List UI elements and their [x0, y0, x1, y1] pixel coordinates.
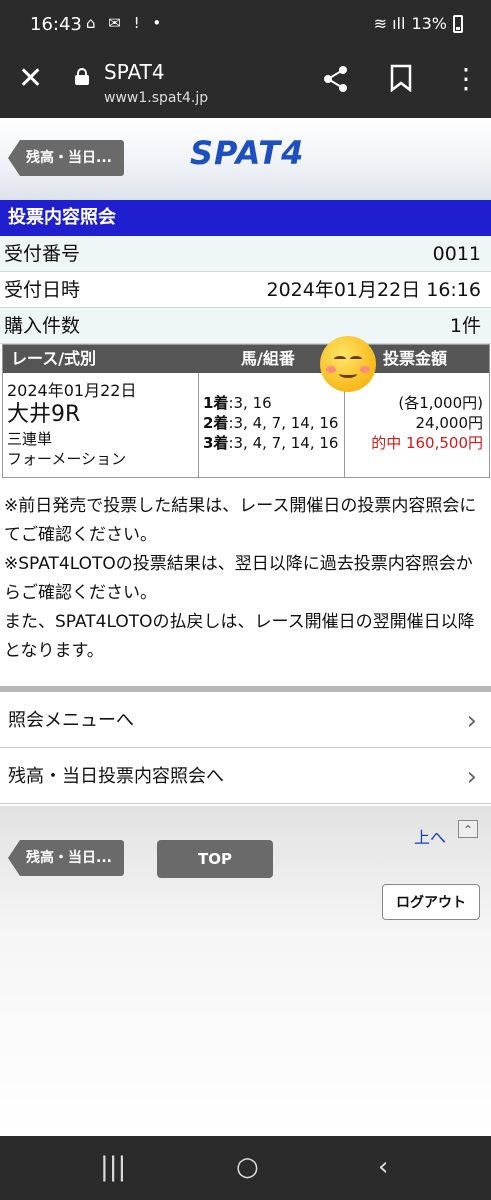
race-name: 大井9R — [7, 402, 81, 427]
back-icon[interactable]: ‹ — [378, 1152, 388, 1182]
home-icon[interactable]: ○ — [236, 1152, 259, 1182]
notification-icons: ⌂ ✉ ! • — [86, 14, 166, 32]
section-title: 投票内容照会 — [0, 200, 491, 236]
close-icon[interactable]: ✕ — [18, 64, 43, 94]
picks-cell: 1着:3, 16 2着:3, 4, 7, 14, 16 3着:3, 4, 7, … — [199, 373, 345, 477]
race-table: レース/式別 馬/組番 投票金額 2024年01月22日 大井9R 三連単 フォ… — [2, 344, 490, 478]
header-race-type: レース/式別 — [11, 349, 97, 368]
page-url: www1.spat4.jp — [104, 90, 209, 106]
purchase-count-row: 購入件数 1件 — [0, 308, 491, 344]
header-bet-amount: 投票金額 — [383, 349, 448, 368]
back-balance-button-bottom[interactable]: 残高・当日... — [8, 840, 124, 876]
top-button[interactable]: TOP — [157, 840, 273, 878]
receipt-datetime-row: 受付日時 2024年01月22日 16:16 — [0, 272, 491, 308]
bet-method: フォーメーション — [7, 450, 127, 468]
recents-icon[interactable]: ||| — [100, 1152, 126, 1182]
page-top-link[interactable]: 上へ — [414, 824, 446, 848]
status-time: 16:43 — [30, 14, 82, 35]
amount-cell: (各1,000円) 24,000円 的中 160,500円 — [345, 373, 489, 477]
race-table-header: レース/式別 馬/組番 投票金額 — [3, 345, 489, 373]
spat4-logo: SPAT4 — [190, 134, 305, 172]
lock-icon — [75, 68, 89, 85]
more-menu-icon[interactable]: ⋮ — [452, 64, 480, 94]
note-line: また、SPAT4LOTOの払戻しは、レース開催日の翌開催日以降となります。 — [4, 612, 475, 661]
receipt-datetime-value: 2024年01月22日 16:16 — [266, 279, 481, 301]
purchase-count-value: 1件 — [449, 315, 481, 337]
inquiry-menu-link[interactable]: 照会メニューへ › — [0, 694, 491, 748]
logout-button[interactable]: ログアウト — [382, 884, 480, 920]
smiley-emoji-icon — [320, 336, 376, 392]
divider — [0, 686, 491, 692]
share-icon[interactable] — [322, 64, 350, 100]
race-info-cell: 2024年01月22日 大井9R 三連単 フォーメーション — [3, 373, 199, 477]
receipt-number-label: 受付番号 — [4, 243, 81, 265]
inquiry-menu-label: 照会メニューへ — [8, 710, 134, 731]
total-amount: 24,000円 — [415, 414, 484, 432]
receipt-datetime-label: 受付日時 — [4, 279, 81, 301]
notes: ※前日発売で投票した結果は、レース開催日の投票内容照会にてご確認ください。 ※S… — [4, 492, 488, 666]
pick-row: 1着:3, 16 — [203, 394, 272, 412]
pick-row: 2着:3, 4, 7, 14, 16 — [203, 414, 339, 432]
purchase-count-label: 購入件数 — [4, 315, 81, 337]
balance-inquiry-link[interactable]: 残高・当日投票内容照会へ › — [0, 750, 491, 804]
battery-icon — [453, 14, 463, 33]
receipt-number-row: 受付番号 0011 — [0, 236, 491, 272]
bookmark-icon[interactable] — [390, 64, 412, 98]
chevron-right-icon: › — [466, 762, 477, 792]
balance-inquiry-label: 残高・当日投票内容照会へ — [8, 766, 224, 787]
race-date: 2024年01月22日 — [7, 381, 137, 400]
bet-type: 三連単 — [7, 430, 53, 448]
note-line: ※SPAT4LOTOの投票結果は、翌日以降に過去投票内容照会からご確認ください。 — [4, 554, 473, 603]
status-right: ≋ ıll 13% — [374, 14, 463, 33]
status-bar: 16:43 ⌂ ✉ ! • ≋ ıll 13% — [0, 0, 491, 50]
note-line: ※前日発売で投票した結果は、レース開催日の投票内容照会にてご確認ください。 — [4, 496, 477, 545]
back-balance-button[interactable]: 残高・当日... — [8, 140, 124, 176]
chevron-up-icon[interactable]: ⌃ — [458, 820, 478, 838]
wifi-signal-icon: ≋ ıll — [373, 14, 406, 33]
battery-percent: 13% — [411, 14, 447, 33]
payout-amount: 的中 160,500円 — [371, 434, 483, 452]
pick-row: 3着:3, 4, 7, 14, 16 — [203, 434, 339, 452]
chevron-right-icon: › — [466, 706, 477, 736]
header-horse-combo: 馬/組番 — [241, 349, 295, 368]
receipt-number-value: 0011 — [432, 243, 481, 265]
unit-amount: (各1,000円) — [398, 394, 483, 412]
system-nav-bar: ||| ○ ‹ — [0, 1136, 491, 1200]
page-title: SPAT4 — [104, 60, 165, 84]
browser-toolbar: ✕ SPAT4 www1.spat4.jp ⋮ — [0, 50, 491, 118]
